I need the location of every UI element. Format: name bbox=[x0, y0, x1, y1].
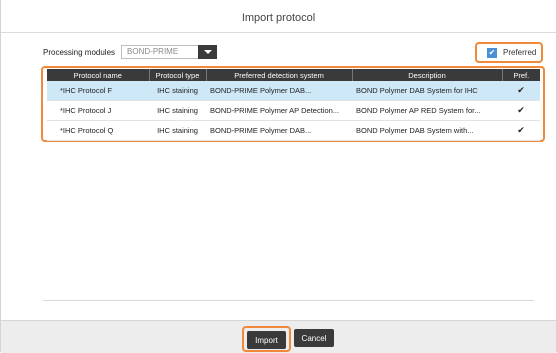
table-row[interactable]: *IHC Protocol J IHC staining BOND-PRIME … bbox=[47, 100, 540, 121]
table-row[interactable]: *IHC Protocol Q IHC staining BOND-PRIME … bbox=[47, 120, 540, 141]
preferred-filter[interactable]: ✔ Preferred bbox=[475, 42, 543, 63]
dropdown-button[interactable] bbox=[198, 44, 218, 59]
description-cell: BOND Polymer DAB System with... bbox=[352, 120, 502, 141]
import-button-highlight: Import bbox=[242, 326, 291, 352]
column-header-description[interactable]: Description bbox=[352, 69, 503, 81]
processing-modules-label: Processing modules bbox=[43, 47, 116, 57]
import-protocol-dialog: Import protocol Processing modules BOND-… bbox=[0, 0, 557, 353]
content-divider bbox=[43, 300, 534, 301]
column-header-protocol-name[interactable]: Protocol name bbox=[47, 69, 150, 81]
protocol-name-cell: *IHC Protocol J bbox=[47, 100, 149, 121]
detection-system-cell: BOND-PRIME Polymer DAB... bbox=[206, 120, 352, 141]
protocol-name-cell: *IHC Protocol Q bbox=[47, 120, 149, 141]
column-header-detection-system[interactable]: Preferred detection system bbox=[206, 69, 353, 81]
title-divider bbox=[1, 32, 556, 33]
table-row[interactable]: *IHC Protocol F IHC staining BOND-PRIME … bbox=[47, 81, 540, 101]
check-icon: ✔ bbox=[488, 47, 496, 57]
processing-modules-select[interactable]: BOND-PRIME bbox=[121, 44, 218, 59]
dialog-footer: Import Cancel bbox=[1, 320, 556, 353]
processing-modules-value: BOND-PRIME bbox=[127, 47, 179, 56]
preferred-label: Preferred bbox=[503, 48, 537, 57]
preferred-check-icon: ✔ bbox=[502, 100, 540, 121]
protocol-name-cell: *IHC Protocol F bbox=[47, 81, 149, 101]
detection-system-cell: BOND-PRIME Polymer DAB... bbox=[206, 81, 352, 101]
protocol-type-cell: IHC staining bbox=[149, 100, 206, 121]
protocol-type-cell: IHC staining bbox=[149, 120, 206, 141]
table-header-row: Protocol name Protocol type Preferred de… bbox=[47, 69, 540, 81]
description-cell: BOND Polymer AP RED System for... bbox=[352, 100, 502, 121]
protocol-type-cell: IHC staining bbox=[149, 81, 206, 101]
column-header-preferred[interactable]: Pref. bbox=[502, 69, 540, 81]
column-header-protocol-type[interactable]: Protocol type bbox=[149, 69, 207, 81]
protocol-table-frame: Protocol name Protocol type Preferred de… bbox=[41, 66, 545, 142]
chevron-down-icon bbox=[203, 49, 212, 54]
cancel-button[interactable]: Cancel bbox=[294, 329, 334, 347]
preferred-checkbox[interactable]: ✔ bbox=[487, 47, 497, 58]
protocol-table: Protocol name Protocol type Preferred de… bbox=[47, 69, 540, 141]
preferred-check-icon: ✔ bbox=[502, 81, 540, 101]
preferred-check-icon: ✔ bbox=[502, 120, 540, 141]
dialog-title: Import protocol bbox=[241, 12, 316, 24]
description-cell: BOND Polymer DAB System for IHC bbox=[352, 81, 502, 101]
processing-modules-row: Processing modules BOND-PRIME bbox=[43, 44, 218, 60]
import-button[interactable]: Import bbox=[247, 331, 286, 349]
detection-system-cell: BOND-PRIME Polymer AP Detection... bbox=[206, 100, 352, 121]
